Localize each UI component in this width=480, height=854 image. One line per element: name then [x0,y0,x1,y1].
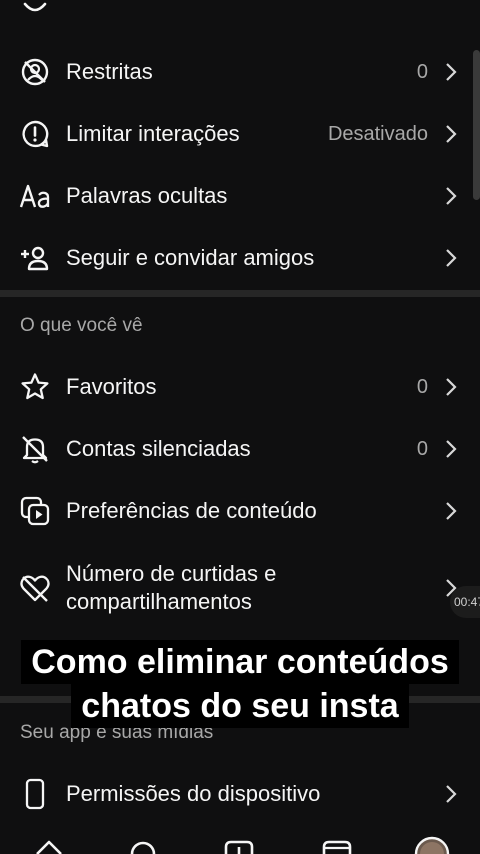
create-post-icon[interactable] [224,838,254,854]
settings-item-label: Favoritos [66,374,157,399]
home-icon[interactable] [34,838,64,854]
caption-text-1: Como eliminar conteúdos [21,640,459,684]
content-preferences-icon [18,494,52,528]
hidden-heart-icon [18,571,52,605]
settings-item-label: Permissões do dispositivo [66,781,321,806]
settings-item-label: Seguir e convidar amigos [66,245,315,270]
partial-icon [23,2,47,12]
add-person-icon [18,241,52,275]
chevron-right-icon [446,249,457,267]
chevron-right-icon [446,502,457,520]
star-icon [18,370,52,404]
settings-item-value: Desativado [327,122,428,145]
chevron-right-icon [446,63,457,81]
caption-line-2: chatos do seu insta [0,684,480,728]
settings-item-device-permissions[interactable]: Permissões do dispositivo [0,776,480,812]
bottom-navigation-bar [0,830,480,854]
limit-interactions-icon [18,117,52,151]
settings-screen: Restritas 0 Limitar interações Desativad… [0,0,480,854]
settings-item-favorites[interactable]: Favoritos 0 [0,369,480,405]
settings-item-content-preferences[interactable]: Preferências de conteúdo [0,493,480,529]
section-divider [0,290,480,297]
settings-item-hidden-words[interactable]: Palavras ocultas [0,178,480,214]
section-title-what-you-see: O que você vê [20,315,143,336]
settings-item-label: Limitar interações [66,121,240,146]
muted-bell-icon [18,432,52,466]
caption-text-2: chatos do seu insta [71,684,409,728]
settings-item-label: Contas silenciadas [66,436,251,461]
text-aa-icon [18,179,52,213]
settings-item-value: 0 [416,375,428,398]
caption-line-1: Como eliminar conteúdos [0,640,480,684]
restrict-icon [18,55,52,89]
partial-top-row [22,0,48,22]
chevron-right-icon [446,785,457,803]
chevron-right-icon [446,187,457,205]
settings-item-value: 0 [416,437,428,460]
phone-icon [18,777,52,811]
settings-item-like-share-counts[interactable]: Número de curtidas e compartilhamentos [0,558,480,618]
settings-item-value: 0 [416,60,428,83]
chevron-right-icon [446,378,457,396]
video-timer: 00:47 [450,586,480,618]
chevron-right-icon [446,440,457,458]
settings-item-follow-invite[interactable]: Seguir e convidar amigos [0,240,480,276]
settings-item-limit-interactions[interactable]: Limitar interações Desativado [0,116,480,152]
settings-item-label: Restritas [66,59,153,84]
reels-icon[interactable] [322,838,352,854]
settings-item-muted-accounts[interactable]: Contas silenciadas 0 [0,431,480,467]
scrollbar[interactable] [473,50,480,200]
search-icon[interactable] [128,838,158,854]
settings-item-label: Palavras ocultas [66,183,228,208]
settings-item-label-line1: Número de curtidas e [66,561,277,586]
chevron-right-icon [446,125,457,143]
settings-item-restricted[interactable]: Restritas 0 [0,54,480,90]
profile-avatar-icon[interactable] [414,836,450,854]
settings-item-label: Preferências de conteúdo [66,498,317,523]
settings-item-label-line2: compartilhamentos [66,589,252,614]
